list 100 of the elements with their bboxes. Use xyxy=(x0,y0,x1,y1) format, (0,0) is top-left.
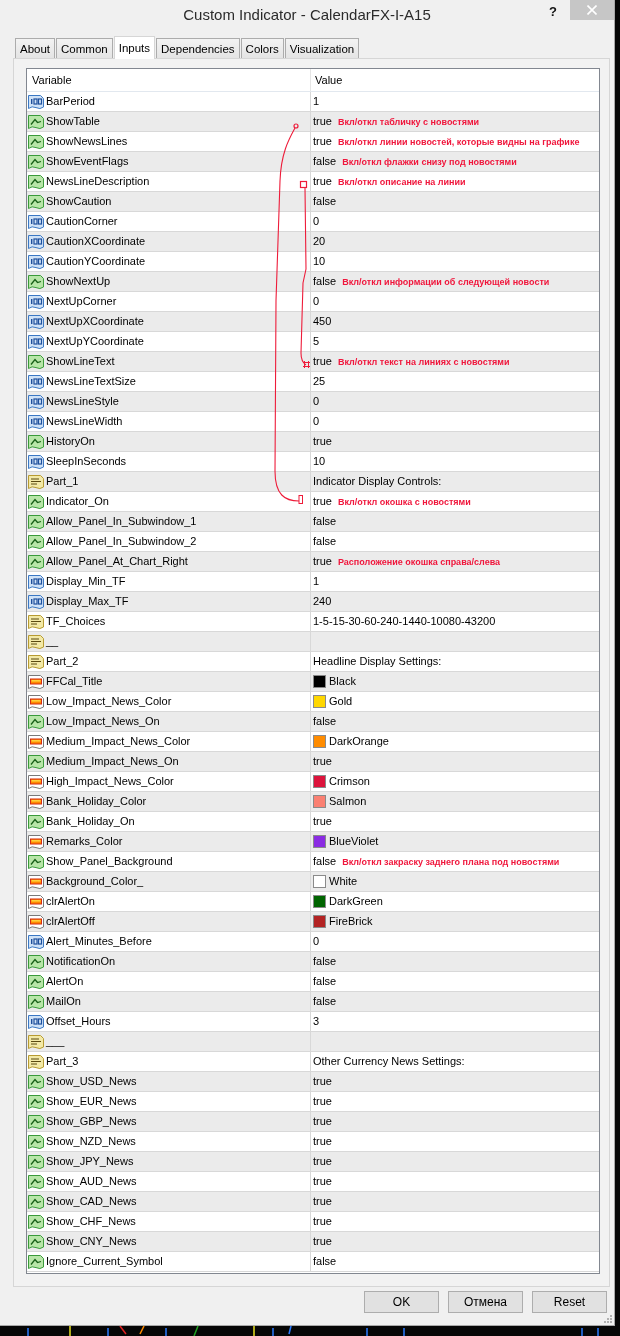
table-row[interactable]: Allow_Panel_In_Subwindow_1 false xyxy=(27,512,599,532)
table-row[interactable]: Remarks_Color BlueViolet xyxy=(27,832,599,852)
dialog-button[interactable]: OK xyxy=(364,1291,439,1313)
chart-icon xyxy=(28,1173,44,1190)
variable-name: ___ xyxy=(46,1035,65,1048)
numeric-icon xyxy=(28,373,44,390)
close-button[interactable] xyxy=(570,0,614,20)
table-row[interactable]: Low_Impact_News_On false xyxy=(27,712,599,732)
numeric-icon xyxy=(28,213,44,230)
table-row[interactable]: Bank_Holiday_Color Salmon xyxy=(27,792,599,812)
annotation-note: Вкл/откл табличку с новостями xyxy=(337,115,480,128)
tab[interactable]: Colors xyxy=(240,38,284,58)
table-row[interactable]: CautionYCoordinate 10 xyxy=(27,252,599,272)
table-row[interactable]: NotificationOn false xyxy=(27,952,599,972)
table-row[interactable]: High_Impact_News_Color Crimson xyxy=(27,772,599,792)
tab[interactable]: Visualization xyxy=(284,38,360,58)
table-row[interactable]: Show_GBP_News true xyxy=(27,1112,599,1132)
table-row[interactable]: NewsLineStyle 0 xyxy=(27,392,599,412)
tab[interactable]: Dependencies xyxy=(156,38,240,58)
variable-name: ShowEventFlags xyxy=(46,155,129,168)
table-row[interactable]: Bank_Holiday_On true xyxy=(27,812,599,832)
table-row[interactable]: ShowNewsLines true Вкл/откл линии новостей, которые видны на графике xyxy=(27,132,599,152)
table-row[interactable]: Low_Impact_News_Color Gold xyxy=(27,692,599,712)
table-row[interactable]: Show_NZD_News true xyxy=(27,1132,599,1152)
table-row[interactable]: NewsLineTextSize 25 xyxy=(27,372,599,392)
value-text: false xyxy=(313,715,337,728)
variable-name: ShowLineText xyxy=(46,355,115,368)
variable-name: NotificationOn xyxy=(46,955,116,968)
table-row[interactable]: NewsLineWidth 0 xyxy=(27,412,599,432)
table-row[interactable]: __ xyxy=(27,632,599,652)
chart-icon xyxy=(28,513,44,530)
table-row[interactable]: ShowEventFlags false Вкл/откл флажки снизу под новостями xyxy=(27,152,599,172)
table-row[interactable]: Indicator_On true Вкл/откл окошка с новостями xyxy=(27,492,599,512)
table-row[interactable]: Show_CAD_News true xyxy=(27,1192,599,1212)
table-row[interactable]: AlertOn false xyxy=(27,972,599,992)
table-row[interactable]: ShowLineText true Вкл/откл текст на линиях с новостями xyxy=(27,352,599,372)
table-row[interactable]: Allow_Panel_At_Chart_Right true Расположение окошка справа/слева xyxy=(27,552,599,572)
dialog-button[interactable]: Отмена xyxy=(448,1291,523,1313)
table-row[interactable]: NextUpCorner 0 xyxy=(27,292,599,312)
tab[interactable]: Inputs xyxy=(113,36,156,59)
numeric-icon xyxy=(28,593,44,610)
table-row[interactable]: Display_Max_TF 240 xyxy=(27,592,599,612)
table-row[interactable]: Show_AUD_News true xyxy=(27,1172,599,1192)
chart-icon xyxy=(28,533,44,550)
table-row[interactable]: ShowNextUp false Вкл/откл информации об следующей новости xyxy=(27,272,599,292)
table-row[interactable]: ShowCaution false xyxy=(27,192,599,212)
table-row[interactable]: HistoryOn true xyxy=(27,432,599,452)
table-row[interactable]: Show_CNY_News true xyxy=(27,1232,599,1252)
table-row[interactable]: Offset_Hours 3 xyxy=(27,1012,599,1032)
table-row[interactable]: Show_USD_News true xyxy=(27,1072,599,1092)
column-header[interactable]: Variable xyxy=(27,69,311,91)
table-row[interactable]: Part_1 Indicator Display Controls: xyxy=(27,472,599,492)
help-button[interactable]: ? xyxy=(545,2,561,20)
table-row[interactable]: clrAlertOn DarkGreen xyxy=(27,892,599,912)
table-row[interactable]: NextUpXCoordinate 450 xyxy=(27,312,599,332)
table-row[interactable]: CautionXCoordinate 20 xyxy=(27,232,599,252)
table-row[interactable]: Show_CHF_News true xyxy=(27,1212,599,1232)
table-row[interactable]: MailOn false xyxy=(27,992,599,1012)
variable-name: Alert_Minutes_Before xyxy=(46,935,152,948)
value-text: false xyxy=(313,155,337,168)
chart-icon xyxy=(28,1113,44,1130)
value-text: true xyxy=(313,495,332,508)
table-row[interactable]: SleepInSeconds 10 xyxy=(27,452,599,472)
tab[interactable]: Common xyxy=(56,38,113,58)
value-text: true xyxy=(313,815,332,828)
table-row[interactable]: Medium_Impact_News_Color DarkOrange xyxy=(27,732,599,752)
table-row[interactable]: BarPeriod 1 xyxy=(27,92,599,112)
value-text: 5 xyxy=(313,335,320,348)
table-row[interactable]: Show_Panel_Background false Вкл/откл закраску заднего плана под новостями xyxy=(27,852,599,872)
value-text: 1 xyxy=(313,575,320,588)
table-row[interactable]: Show_JPY_News true xyxy=(27,1152,599,1172)
table-row[interactable]: ShowTable true Вкл/откл табличку с новостями xyxy=(27,112,599,132)
table-row[interactable]: Ignore_Current_Symbol false xyxy=(27,1252,599,1272)
variable-name: Part_1 xyxy=(46,475,79,488)
value-text: true xyxy=(313,435,332,448)
table-row[interactable]: Alert_Minutes_Before 0 xyxy=(27,932,599,952)
table-row[interactable]: Medium_Impact_News_On true xyxy=(27,752,599,772)
value-text: White xyxy=(329,875,358,888)
table-row[interactable]: Background_Color_ White xyxy=(27,872,599,892)
table-row[interactable]: Allow_Panel_In_Subwindow_2 false xyxy=(27,532,599,552)
numeric-icon xyxy=(28,93,44,110)
table-row[interactable]: Part_2 Headline Display Settings: xyxy=(27,652,599,672)
table-row[interactable]: clrAlertOff FireBrick xyxy=(27,912,599,932)
table-row[interactable]: Display_Min_TF 1 xyxy=(27,572,599,592)
dialog-button[interactable]: Reset xyxy=(532,1291,607,1313)
table-row[interactable]: FFCal_Title Black xyxy=(27,672,599,692)
table-row[interactable]: CautionCorner 0 xyxy=(27,212,599,232)
column-header[interactable]: Value xyxy=(311,69,599,91)
table-row[interactable]: NewsLineDescription true Вкл/откл описание на линии xyxy=(27,172,599,192)
table-row[interactable]: Part_3 Other Currency News Settings: xyxy=(27,1052,599,1072)
variable-name: Indicator_On xyxy=(46,495,109,508)
variable-name: SleepInSeconds xyxy=(46,455,127,468)
table-row[interactable]: Show_EUR_News true xyxy=(27,1092,599,1112)
table-row[interactable]: TF_Choices 1-5-15-30-60-240-1440-10080-43200 xyxy=(27,612,599,632)
table-row[interactable]: ___ xyxy=(27,1032,599,1052)
variable-name: clrAlertOff xyxy=(46,915,95,928)
tab[interactable]: About xyxy=(15,38,56,58)
value-text: true xyxy=(313,115,332,128)
table-row[interactable]: NextUpYCoordinate 5 xyxy=(27,332,599,352)
numeric-icon xyxy=(28,253,44,270)
